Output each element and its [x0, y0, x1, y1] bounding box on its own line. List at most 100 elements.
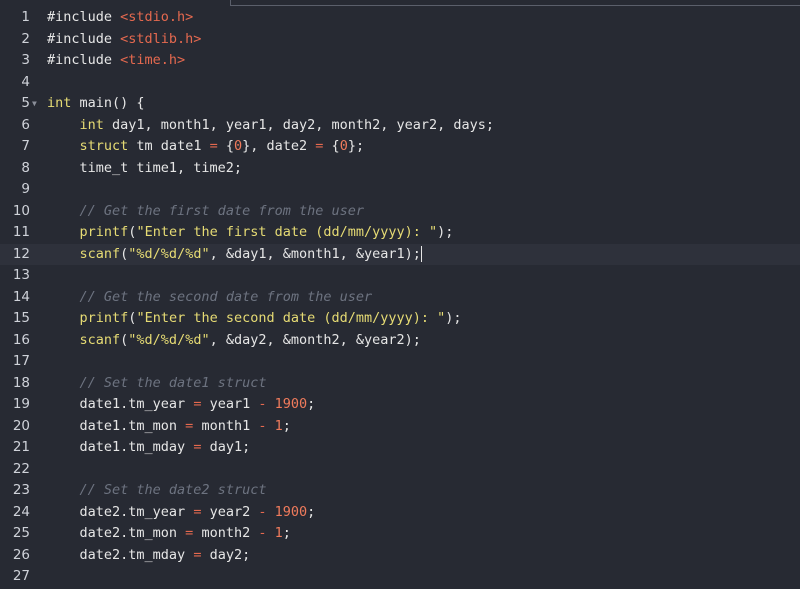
code-line[interactable]: 16 scanf("%d/%d/%d", &day2, &month2, &ye…	[0, 330, 800, 352]
code-token: "Enter the first date (dd/mm/yyyy): "	[136, 224, 438, 240]
line-number: 9	[21, 181, 30, 197]
code-text[interactable]: // Get the second date from the user	[47, 287, 373, 309]
code-token: "Enter the second date (dd/mm/yyyy): "	[136, 310, 446, 326]
code-token: tm date1	[128, 138, 210, 154]
code-text[interactable]: #include <time.h>	[47, 50, 185, 72]
code-text[interactable]: int day1, month1, year1, day2, month2, y…	[47, 115, 495, 137]
code-line[interactable]: 19 date1.tm_year = year1 - 1900;	[0, 394, 800, 416]
code-line[interactable]: 23 // Set the date2 struct	[0, 480, 800, 502]
code-token: =	[209, 138, 218, 154]
code-token: 1900	[274, 396, 308, 412]
line-number: 13	[12, 267, 30, 283]
code-token: -	[258, 503, 267, 520]
code-token: "%d/%d/%d"	[128, 331, 210, 348]
code-line[interactable]: 26 date2.tm_mday = day2;	[0, 545, 800, 567]
code-text[interactable]: date2.tm_mon = month2 - 1;	[47, 523, 291, 545]
line-number: 23	[12, 482, 30, 498]
line-number: 2	[21, 30, 30, 47]
code-token: scanf	[79, 245, 121, 262]
code-text[interactable]: time_t time1, time2;	[47, 158, 243, 180]
code-token: date2.tm_mon	[47, 525, 186, 541]
code-line[interactable]: 5 ▼ int main() {	[0, 93, 800, 115]
code-line[interactable]: 6 int day1, month1, year1, day2, month2,…	[0, 115, 800, 137]
code-line[interactable]: 12 scanf("%d/%d/%d", &day1, &month1, &ye…	[0, 243, 800, 266]
code-line[interactable]: 10 // Get the first date from the user	[0, 201, 800, 223]
code-token: -	[258, 396, 267, 412]
code-line[interactable]: 2 #include <stdlib.h>	[0, 29, 800, 51]
code-token: struct	[79, 138, 129, 154]
code-token: month1	[193, 417, 259, 434]
code-text[interactable]: date2.tm_mday = day2;	[47, 545, 251, 567]
code-line[interactable]: 8 time_t time1, time2;	[0, 158, 800, 180]
code-line[interactable]: 25 date2.tm_mon = month2 - 1;	[0, 523, 800, 545]
line-number: 26	[12, 546, 30, 563]
code-line[interactable]: 22	[0, 459, 800, 481]
code-token: );	[445, 310, 462, 326]
code-line[interactable]: 13	[0, 265, 800, 287]
line-number: 21	[12, 439, 30, 455]
code-line[interactable]: 11 printf("Enter the first date (dd/mm/y…	[0, 222, 800, 244]
code-text[interactable]: date1.tm_year = year1 - 1900;	[47, 394, 316, 416]
line-number: 27	[12, 568, 30, 584]
line-number: 25	[12, 525, 30, 541]
line-number: 14	[12, 288, 30, 305]
code-token: #include	[47, 9, 121, 25]
code-editor[interactable]: 1 #include <stdio.h> 2 #include <stdlib.h> 3…	[0, 0, 800, 589]
code-line[interactable]: 24 date2.tm_year = year2 - 1900;	[0, 502, 800, 524]
code-line[interactable]: 15 printf("Enter the second date (dd/mm/…	[0, 308, 800, 330]
code-token: date1.tm_mon	[47, 417, 186, 434]
code-text[interactable]: // Get the first date from the user	[47, 201, 364, 223]
code-token: 0	[339, 138, 348, 154]
code-line[interactable]: 21 date1.tm_mday = day1;	[0, 437, 800, 459]
code-line[interactable]: 27	[0, 566, 800, 588]
code-token: day2;	[201, 546, 251, 563]
code-text[interactable]: #include <stdio.h>	[47, 7, 193, 29]
code-line[interactable]: 7 struct tm date1 = {0}, date2 = {0};	[0, 136, 800, 158]
code-line[interactable]: 9	[0, 179, 800, 201]
code-text[interactable]: scanf("%d/%d/%d", &day2, &month2, &year2…	[47, 330, 421, 352]
code-token: ;	[282, 417, 291, 434]
code-lines[interactable]: 1 #include <stdio.h> 2 #include <stdlib.h> 3…	[0, 7, 800, 588]
code-text[interactable]: printf("Enter the second date (dd/mm/yyy…	[47, 308, 462, 330]
code-line[interactable]: 18 // Set the date1 struct	[0, 373, 800, 395]
code-token: date1.tm_year	[47, 396, 194, 412]
text-cursor	[420, 245, 422, 262]
chevron-down-icon[interactable]: ▼	[32, 93, 37, 115]
code-line[interactable]: 20 date1.tm_mon = month1 - 1;	[0, 416, 800, 438]
code-text[interactable]: date1.tm_mday = day1;	[47, 437, 251, 459]
code-token: month2	[193, 525, 259, 541]
code-line[interactable]: 4	[0, 72, 800, 94]
code-text[interactable]: scanf("%d/%d/%d", &day1, &month1, &year1…	[47, 244, 422, 266]
code-line[interactable]: 17	[0, 351, 800, 373]
code-token: {	[217, 138, 234, 154]
code-token: int	[79, 116, 104, 133]
code-token: ;	[307, 396, 316, 412]
code-line[interactable]: 1 #include <stdio.h>	[0, 7, 800, 29]
code-text[interactable]: // Set the date2 struct	[47, 480, 267, 502]
code-text[interactable]: #include <stdlib.h>	[47, 29, 201, 51]
code-token: ;	[282, 525, 291, 541]
line-number: 17	[12, 353, 30, 369]
code-text[interactable]: date2.tm_year = year2 - 1900;	[47, 502, 316, 524]
line-number: 1	[21, 9, 30, 25]
line-number: 24	[12, 503, 30, 520]
code-line[interactable]: 3 #include <time.h>	[0, 50, 800, 72]
code-line[interactable]: 14 // Get the second date from the user	[0, 287, 800, 309]
code-token: printf	[79, 224, 129, 240]
code-token: {	[323, 138, 340, 154]
code-text[interactable]: // Set the date1 struct	[47, 373, 267, 395]
code-text[interactable]: printf("Enter the first date (dd/mm/yyyy…	[47, 222, 454, 244]
code-text[interactable]: date1.tm_mon = month1 - 1;	[47, 416, 291, 438]
code-text[interactable]: struct tm date1 = {0}, date2 = {0};	[47, 136, 365, 158]
code-text[interactable]: int main() {	[47, 93, 145, 115]
